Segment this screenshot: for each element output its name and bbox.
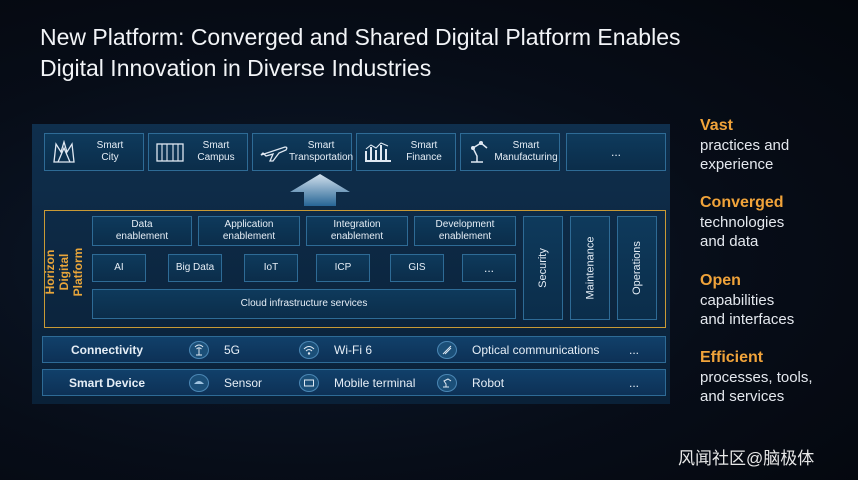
watermark: 风闻社区@脑极体	[678, 449, 815, 468]
mobile-terminal-icon	[299, 374, 319, 392]
industry-smart-manufacturing: Smart Manufacturing	[460, 133, 560, 171]
connectivity-label: Connectivity	[71, 342, 144, 357]
industry-smart-city: Smart City	[44, 133, 144, 171]
side-head: Open	[700, 272, 741, 289]
maintenance-label: Maintenance	[584, 236, 596, 300]
optical-fiber-icon	[437, 341, 457, 359]
side-head: Vast	[700, 117, 733, 134]
side-block-converged: Converged technologies and data	[700, 193, 784, 252]
tech-iot-box: IoT	[244, 254, 298, 282]
industry-label: Smart Finance	[406, 140, 442, 163]
side-body: technologies and data	[700, 213, 785, 251]
connectivity-item-optical: Optical communications	[472, 342, 600, 357]
robot-icon	[437, 374, 457, 392]
tech-big-data-box: Big Data	[168, 254, 222, 282]
connectivity-item-wifi6: Wi-Fi 6	[334, 342, 372, 357]
page-title: New Platform: Converged and Shared Digit…	[40, 22, 681, 84]
side-head: Efficient	[700, 349, 764, 366]
industry-label: Smart Transportation	[289, 140, 354, 163]
title-line-2: Digital Innovation in Diverse Industries	[40, 55, 432, 81]
device-item-mobile-terminal: Mobile terminal	[334, 375, 416, 390]
side-body: processes, tools, and services	[700, 368, 813, 406]
side-block-vast: Vast practices and experience	[700, 116, 789, 175]
industry-label: Smart City	[96, 140, 124, 163]
campus-icon	[156, 143, 184, 162]
side-head: Converged	[700, 194, 784, 211]
application-enablement-box: Application enablement	[198, 216, 300, 246]
maintenance-box: Maintenance	[570, 216, 610, 320]
horizon-label: Horizon Digital Platform	[36, 222, 92, 322]
industry-smart-campus: Smart Campus	[148, 133, 248, 171]
smart-device-label: Smart Device	[69, 375, 146, 390]
security-label: Security	[537, 248, 549, 288]
side-body: practices and experience	[700, 136, 790, 174]
operations-label: Operations	[631, 241, 643, 295]
horizon-label-text: Horizon Digital Platform	[43, 247, 85, 297]
city-icon	[53, 140, 75, 163]
side-body: capabilities and interfaces	[700, 291, 795, 329]
device-item-robot: Robot	[472, 375, 505, 390]
wifi-icon	[299, 341, 319, 359]
connectivity-item-5g: 5G	[224, 342, 241, 357]
data-enablement-box: Data enablement	[92, 216, 192, 246]
development-enablement-box: Development enablement	[414, 216, 516, 246]
connectivity-row: Connectivity 5G Wi-Fi 6 Optical communic…	[42, 336, 666, 363]
device-item-sensor: Sensor	[224, 375, 263, 390]
tech-gis-box: GIS	[390, 254, 444, 282]
cloud-infrastructure-box: Cloud infrastructure services	[92, 289, 516, 319]
smart-device-row: Smart Device Sensor Mobile terminal Robo…	[42, 369, 666, 396]
tech-ai-box: AI	[92, 254, 146, 282]
robot-arm-icon	[471, 141, 488, 163]
tech-more-box: ...	[462, 254, 516, 282]
side-block-open: Open capabilities and interfaces	[700, 271, 794, 330]
tech-icp-box: ICP	[316, 254, 370, 282]
finance-icon	[365, 142, 391, 162]
industry-more: ...	[566, 133, 666, 171]
industry-label: Smart Campus	[197, 140, 235, 163]
side-block-efficient: Efficient processes, tools, and services	[700, 348, 813, 407]
up-arrow-icon	[290, 174, 350, 206]
airplane-icon	[260, 146, 288, 162]
sensor-icon	[189, 374, 209, 392]
operations-box: Operations	[617, 216, 657, 320]
antenna-icon	[189, 341, 209, 359]
industry-label: Smart Manufacturing	[494, 140, 558, 163]
connectivity-item-more: ...	[629, 342, 640, 357]
industry-smart-finance: Smart Finance	[356, 133, 456, 171]
title-line-1: New Platform: Converged and Shared Digit…	[40, 24, 681, 50]
industry-smart-transportation: Smart Transportation	[252, 133, 354, 171]
integration-enablement-box: Integration enablement	[306, 216, 408, 246]
device-item-more: ...	[629, 375, 640, 390]
security-box: Security	[523, 216, 563, 320]
